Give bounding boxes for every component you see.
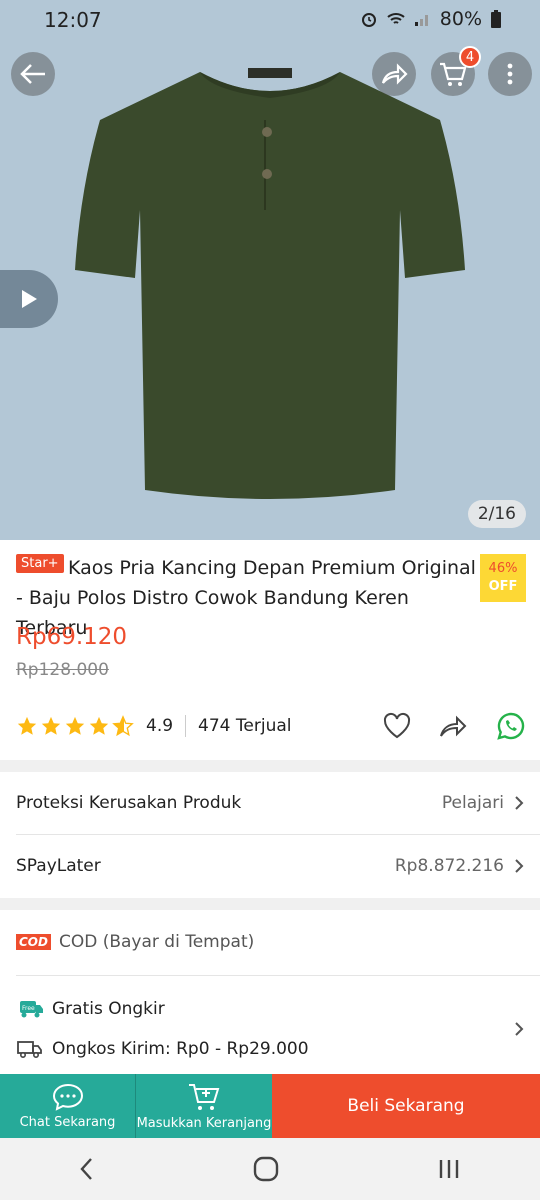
star-icon [89, 716, 109, 735]
alarm-icon [361, 13, 376, 27]
svg-text:Free: Free [22, 1005, 35, 1012]
more-button[interactable] [488, 52, 532, 96]
chat-now-label: Chat Sekarang [19, 1114, 116, 1130]
back-button[interactable] [11, 52, 55, 96]
chevron-right-icon [515, 1022, 524, 1036]
cod-row: COD COD (Bayar di Tempat) [0, 910, 540, 974]
chat-now-button[interactable]: Chat Sekarang [0, 1074, 135, 1138]
nav-home-icon[interactable] [253, 1156, 279, 1182]
rating-row: 4.9 474 Terjual [16, 710, 526, 742]
section-gap [0, 898, 540, 910]
protection-row[interactable]: Proteksi Kerusakan Produk Pelajari [0, 772, 540, 834]
free-shipping-label: Gratis Ongkir [52, 999, 165, 1019]
wifi-icon [387, 13, 405, 24]
product-image-carousel[interactable]: 4 2/16 [0, 38, 540, 540]
spaylater-label: SPayLater [16, 856, 101, 876]
more-vertical-icon [507, 63, 513, 85]
cod-label: COD (Bayar di Tempat) [58, 932, 255, 952]
star-icon [65, 716, 85, 735]
status-bar: 12:07 80% [0, 0, 540, 38]
sold-count: 474 Terjual [198, 716, 292, 736]
status-icons: 80% [360, 8, 502, 30]
buy-now-label: Beli Sekarang [347, 1096, 465, 1116]
product-image [75, 68, 465, 499]
play-video-button[interactable] [0, 270, 58, 328]
add-to-cart-icon [189, 1083, 220, 1110]
protection-action: Pelajari [441, 793, 504, 813]
star-half-icon [112, 715, 134, 737]
free-shipping-truck-icon: Free [20, 1001, 43, 1018]
heart-icon[interactable] [382, 712, 412, 740]
status-time: 12:07 [44, 8, 102, 32]
shipping-row[interactable]: Free Gratis Ongkir Ongkos Kirim: Rp0 - R… [0, 984, 540, 1074]
add-to-cart-label: Masukkan Keranjang [136, 1115, 272, 1131]
chevron-right-icon [515, 796, 524, 810]
free-shipping-line: Free Gratis Ongkir [16, 999, 514, 1019]
signal-icon [414, 15, 428, 26]
share-icon[interactable] [438, 713, 468, 739]
divider [185, 715, 187, 737]
truck-icon [17, 1041, 42, 1059]
play-icon [22, 290, 37, 308]
share-button[interactable] [372, 52, 416, 96]
star-icon [41, 716, 61, 735]
discount-percent: 46% [488, 561, 518, 576]
discount-off-label: OFF [488, 579, 518, 594]
buy-now-button[interactable]: Beli Sekarang [272, 1074, 540, 1138]
image-counter: 2/16 [467, 500, 526, 528]
arrow-left-icon [20, 64, 45, 84]
cart-button[interactable]: 4 [431, 46, 481, 96]
protection-label: Proteksi Kerusakan Produk [16, 793, 242, 813]
shipping-cost-label: Ongkos Kirim: Rp0 - Rp29.000 [52, 1039, 309, 1059]
system-nav-bar [0, 1138, 540, 1200]
battery-icon [491, 10, 501, 28]
whatsapp-icon[interactable] [496, 711, 526, 741]
current-price: Rp69.120 [16, 624, 128, 650]
rating-stars [16, 715, 134, 737]
rating-value: 4.9 [146, 716, 174, 736]
chat-icon [52, 1083, 83, 1111]
section-gap [0, 760, 540, 772]
nav-recents-icon[interactable] [437, 1158, 461, 1180]
battery-level: 80% [439, 8, 482, 30]
cart-count-badge: 4 [459, 46, 481, 68]
app-root: 12:07 80% 4 2/16 Kaos Pria Kancing Depan… [0, 0, 540, 1200]
add-to-cart-button[interactable]: Masukkan Keranjang [136, 1074, 272, 1138]
original-price: Rp128.000 [16, 660, 109, 680]
nav-back-icon[interactable] [79, 1157, 95, 1181]
divider [16, 975, 540, 976]
shipping-info: Free Gratis Ongkir Ongkos Kirim: Rp0 - R… [16, 984, 514, 1074]
spaylater-row[interactable]: SPayLater Rp8.872.216 [0, 835, 540, 897]
star-plus-badge: Star+ [16, 554, 64, 573]
discount-badge: 46% OFF [480, 554, 526, 602]
shipping-cost-line: Ongkos Kirim: Rp0 - Rp29.000 [16, 1039, 514, 1059]
chevron-right-icon [515, 859, 524, 873]
share-icon [381, 63, 408, 85]
spaylater-limit: Rp8.872.216 [394, 856, 504, 876]
star-icon [17, 716, 37, 735]
cod-icon: COD [16, 934, 51, 950]
bottom-action-bar: Chat Sekarang Masukkan Keranjang Beli Se… [0, 1074, 540, 1138]
